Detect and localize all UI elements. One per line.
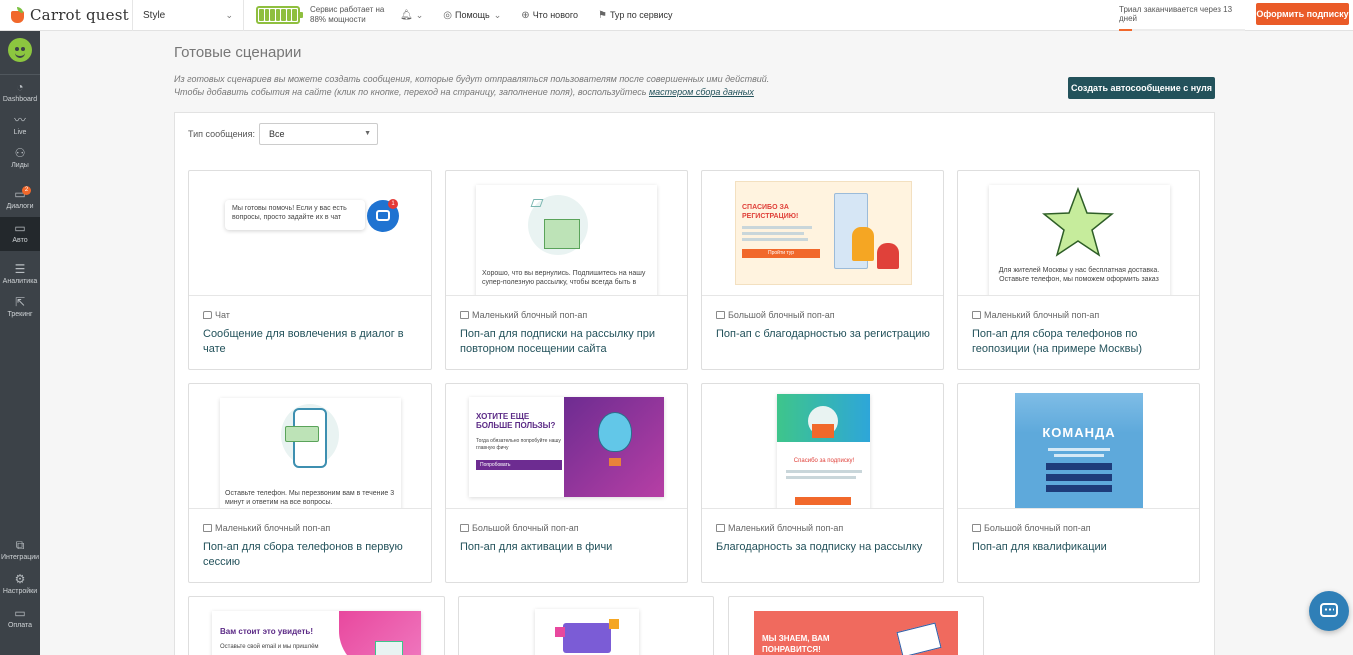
sidebar-item-integrations[interactable]: ⧉ Интеграции bbox=[0, 534, 40, 568]
card-title: Поп-ап для активации в фичи bbox=[460, 541, 613, 553]
card-title: Поп-ап для сбора телефонов по геопозиции… bbox=[972, 328, 1143, 355]
sidebar-item-auto[interactable]: ▭ Авто bbox=[0, 217, 40, 251]
carrot-logo-icon bbox=[10, 7, 26, 23]
unread-badge: 1 bbox=[388, 199, 398, 209]
caret-down-icon: ▼ bbox=[364, 130, 371, 137]
card-title: Поп-ап для квалификации bbox=[972, 541, 1107, 553]
card-preview: Мы готовы помочь! Если у вас есть вопрос… bbox=[189, 171, 431, 296]
dialogs-badge: 2 bbox=[22, 186, 31, 195]
trial-text: Триал заканчивается через 13 дней bbox=[1119, 5, 1233, 23]
card-preview: Хорошо, что вы вернулись. Подпишитесь на… bbox=[446, 171, 687, 296]
funnel-icon: ☰ bbox=[14, 262, 26, 276]
sidebar-item-dialogs[interactable]: ▭ 2 Диалоги bbox=[0, 183, 40, 217]
person-illustration-icon bbox=[852, 227, 874, 261]
scenario-card-illustration[interactable] bbox=[458, 596, 714, 655]
card-title: Благодарность за подписку на рассылку bbox=[716, 541, 923, 553]
sidebar-item-billing[interactable]: ▭ Оплата bbox=[0, 602, 40, 636]
service-status: Сервис работает на 88% мощности bbox=[244, 0, 390, 31]
card-preview: Оставьте телефон. Мы перезвоним вам в те… bbox=[189, 384, 431, 509]
page-title: Готовые сценарии bbox=[174, 44, 302, 61]
card-title: Поп-ап для подписки на рассылку при повт… bbox=[460, 328, 656, 355]
chevron-down-icon: ⌄ bbox=[493, 9, 502, 20]
message-bubble-icon bbox=[285, 426, 319, 442]
card-preview: Для жителей Москвы у нас бесплатная дост… bbox=[958, 171, 1199, 296]
subscribe-button[interactable]: Оформить подписку bbox=[1256, 3, 1349, 25]
help-menu[interactable]: ◎ Помощь ⌄ bbox=[443, 0, 501, 31]
scenario-card-geo-phones[interactable]: Для жителей Москвы у нас бесплатная дост… bbox=[957, 170, 1200, 370]
popup-type-icon bbox=[716, 524, 725, 532]
popup-type-icon bbox=[460, 524, 469, 532]
popup-type-icon bbox=[716, 311, 725, 319]
avatar[interactable] bbox=[8, 38, 32, 62]
card-preview: СПАСИБО ЗА РЕГИСТРАЦИЮ! Пройти тур bbox=[702, 171, 943, 296]
sidebar-item-tracking[interactable]: ⇱ Трекинг bbox=[0, 291, 40, 325]
tour-link[interactable]: ⚑ Тур по сервису bbox=[598, 0, 673, 31]
chevron-down-icon: ⌄ bbox=[225, 9, 233, 20]
sidebar-item-leads[interactable]: ⚇ Лиды bbox=[0, 142, 40, 176]
scenario-card-feature-activation[interactable]: ХОТИТЕ ЕЩЕ БОЛЬШЕ ПОЛЬЗЫ? Тогда обязател… bbox=[445, 383, 688, 583]
chat-widget-button[interactable] bbox=[1309, 591, 1349, 631]
balloon-icon bbox=[598, 412, 632, 452]
scenario-card-qualification[interactable]: КОМАНДА Большой блочный поп-ап Поп-ап дл… bbox=[957, 383, 1200, 583]
users-icon: ⚇ bbox=[14, 146, 26, 160]
sidebar: ◔ Dashboard 〰 Live ⚇ Лиды ▭ 2 Диалоги ▭ … bbox=[0, 31, 40, 655]
gear-icon: ⚙ bbox=[14, 572, 26, 586]
card-preview: Спасибо за подписку! bbox=[702, 384, 943, 509]
bell-icon: 🔔︎ bbox=[400, 9, 413, 21]
gauge-icon: ◔ bbox=[16, 80, 24, 94]
whats-new-link[interactable]: ⊕ Что нового bbox=[521, 0, 578, 31]
page-description: Из готовых сценариев вы можете создать с… bbox=[174, 74, 770, 97]
globe-icon: ⊕ bbox=[521, 9, 530, 21]
sidebar-item-live[interactable]: 〰 Live bbox=[0, 109, 40, 143]
popup-type-icon bbox=[972, 311, 981, 319]
trial-info: Триал заканчивается через 13 дней bbox=[1119, 5, 1245, 31]
card-title: Поп-ап для сбора телефонов в первую сесс… bbox=[203, 541, 403, 568]
app-selector[interactable]: Style ⌄ bbox=[133, 0, 244, 31]
sidebar-item-analytics[interactable]: ☰ Аналитика bbox=[0, 258, 40, 292]
app-name: Style bbox=[143, 9, 166, 21]
lifebuoy-icon: ◎ bbox=[443, 9, 452, 21]
data-wizard-link[interactable]: мастером сбора данных bbox=[649, 87, 754, 97]
flag-icon: ⚑ bbox=[597, 9, 607, 21]
pulse-icon: 〰 bbox=[13, 113, 26, 127]
auto-message-icon: ▭ bbox=[14, 221, 26, 235]
scenario-card-email-see-this[interactable]: Вам стоит это увидеть! Оставьте свой ema… bbox=[188, 596, 445, 655]
puzzle-icon: ⧉ bbox=[15, 538, 25, 552]
trial-progress bbox=[1119, 29, 1245, 31]
chevron-down-icon: ⌄ bbox=[415, 9, 424, 20]
top-bar: Carrot quest Style ⌄ Сервис работает на … bbox=[0, 0, 1353, 31]
scenario-card-subscribe-return[interactable]: Хорошо, что вы вернулись. Подпишитесь на… bbox=[445, 170, 688, 370]
battery-icon bbox=[256, 6, 303, 24]
sidebar-item-dashboard[interactable]: ◔ Dashboard bbox=[0, 76, 40, 110]
filter-label: Тип сообщения: bbox=[188, 129, 255, 139]
envelope-icon bbox=[812, 424, 834, 438]
scenario-card-chat-engagement[interactable]: Мы готовы помочь! Если у вас есть вопрос… bbox=[188, 170, 432, 370]
scenario-card-registration-thanks[interactable]: СПАСИБО ЗА РЕГИСТРАЦИЮ! Пройти тур Больш… bbox=[701, 170, 944, 370]
chat-type-icon bbox=[203, 311, 212, 319]
sidebar-item-settings[interactable]: ⚙ Настройки bbox=[0, 568, 40, 602]
card-icon: ▭ bbox=[14, 606, 26, 620]
scenario-card-first-session-phones[interactable]: Оставьте телефон. Мы перезвоним вам в те… bbox=[188, 383, 432, 583]
card-title: Сообщение для вовлечения в диалог в чате bbox=[203, 328, 404, 355]
star-icon bbox=[1042, 187, 1114, 257]
status-text: Сервис работает на 88% мощности bbox=[310, 5, 385, 24]
popup-type-icon bbox=[203, 524, 212, 532]
card-preview: ХОТИТЕ ЕЩЕ БОЛЬШЕ ПОЛЬЗЫ? Тогда обязател… bbox=[446, 384, 687, 509]
popup-type-icon bbox=[460, 311, 469, 319]
logo[interactable]: Carrot quest bbox=[0, 0, 133, 31]
scenario-card-you-will-like[interactable]: МЫ ЗНАЕМ, ВАМ ПОНРАВИТСЯ! bbox=[728, 596, 984, 655]
notifications-button[interactable]: 🔔︎ ⌄ bbox=[400, 0, 423, 31]
card-preview: КОМАНДА bbox=[958, 384, 1199, 509]
create-automessage-button[interactable]: Создать автосообщение с нуля bbox=[1068, 77, 1215, 99]
message-type-select[interactable]: Все ▼ bbox=[259, 123, 378, 145]
logo-text: Carrot quest bbox=[30, 6, 129, 24]
popup-type-icon bbox=[972, 524, 981, 532]
scenario-card-subscription-thanks[interactable]: Спасибо за подписку! Маленький блочный п… bbox=[701, 383, 944, 583]
person-illustration-icon bbox=[877, 243, 899, 269]
card-title: Поп-ап с благодарностью за регистрацию bbox=[716, 328, 930, 340]
cursor-icon: ⇱ bbox=[14, 295, 26, 309]
envelope-icon bbox=[544, 219, 580, 249]
